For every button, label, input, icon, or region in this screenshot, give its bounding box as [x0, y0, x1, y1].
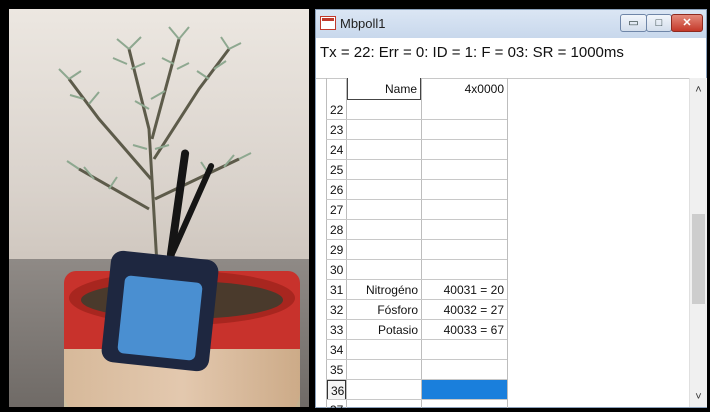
- row-name-cell[interactable]: [347, 380, 421, 400]
- maximize-button[interactable]: □: [646, 14, 672, 32]
- row-number[interactable]: 23: [327, 120, 346, 140]
- status-text: Tx = 22: Err = 0: ID = 1: F = 03: SR = 1…: [320, 44, 624, 61]
- row-value-cell[interactable]: [422, 340, 507, 360]
- plant-photo: [9, 9, 309, 407]
- chevron-up-icon[interactable]: ˄: [690, 82, 707, 98]
- soil-sensor-label: [117, 275, 203, 361]
- row-value-cell[interactable]: [422, 160, 507, 180]
- status-line: Tx = 22: Err = 0: ID = 1: F = 03: SR = 1…: [316, 38, 706, 79]
- vertical-scrollbar[interactable]: ˄ ˅: [689, 78, 707, 407]
- row-name-cell[interactable]: [347, 180, 421, 200]
- window-title: Mbpoll1: [340, 16, 386, 31]
- grid-line: [326, 279, 507, 280]
- column-header-register[interactable]: 4x0000: [422, 78, 507, 100]
- row-name-cell[interactable]: [347, 220, 421, 240]
- column-header-name[interactable]: Name: [347, 78, 421, 100]
- row-number[interactable]: 34: [327, 340, 346, 360]
- minimize-button[interactable]: ▭: [620, 14, 647, 32]
- row-number[interactable]: 24: [327, 140, 346, 160]
- app-icon: [320, 16, 336, 30]
- grid-line: [326, 199, 507, 200]
- window-titlebar[interactable]: Mbpoll1 ▭ □ ✕: [316, 10, 706, 38]
- row-value-cell[interactable]: [422, 120, 507, 140]
- row-name-cell[interactable]: [347, 400, 421, 408]
- row-value-cell[interactable]: [422, 220, 507, 240]
- grid-line: [326, 219, 507, 220]
- register-grid[interactable]: Name 4x0000 22 23 24 25 26 27 28 29 30 31 Nitrogén…: [326, 78, 686, 408]
- row-number[interactable]: 26: [327, 180, 346, 200]
- grid-line: [507, 78, 508, 408]
- row-value-cell[interactable]: [422, 400, 507, 408]
- row-number[interactable]: 31: [327, 280, 346, 300]
- grid-line: [326, 339, 507, 340]
- row-name-cell[interactable]: [347, 260, 421, 280]
- row-value-cell[interactable]: [422, 260, 507, 280]
- row-number[interactable]: 30: [327, 260, 346, 280]
- row-number[interactable]: 37: [327, 400, 346, 408]
- row-number[interactable]: 28: [327, 220, 346, 240]
- row-name-cell[interactable]: [347, 360, 421, 380]
- row-number[interactable]: 32: [327, 300, 346, 320]
- row-value-cell[interactable]: [422, 380, 507, 400]
- row-name-cell[interactable]: [347, 240, 421, 260]
- row-name-cell[interactable]: Potasio: [347, 320, 421, 340]
- row-value-cell[interactable]: [422, 180, 507, 200]
- grid-line: [326, 259, 507, 260]
- grid-line: [326, 159, 507, 160]
- grid-line: [326, 379, 507, 380]
- row-name-cell[interactable]: Nitrogéno: [347, 280, 421, 300]
- row-number[interactable]: 27: [327, 200, 346, 220]
- grid-line: [326, 239, 507, 240]
- grid-line: [326, 399, 507, 400]
- row-number[interactable]: 36: [327, 380, 346, 400]
- row-value-cell[interactable]: [422, 360, 507, 380]
- row-number[interactable]: 25: [327, 160, 346, 180]
- row-number[interactable]: 35: [327, 360, 346, 380]
- row-value-cell[interactable]: [422, 140, 507, 160]
- row-value-cell[interactable]: 40033 = 67: [422, 320, 507, 340]
- row-value-cell[interactable]: [422, 200, 507, 220]
- row-value-cell[interactable]: 40031 = 20: [422, 280, 507, 300]
- grid-line: [326, 359, 507, 360]
- chevron-down-icon[interactable]: ˅: [690, 389, 707, 405]
- row-number[interactable]: 22: [327, 100, 346, 120]
- grid-line: [326, 299, 507, 300]
- close-button[interactable]: ✕: [671, 14, 703, 32]
- row-name-cell[interactable]: [347, 340, 421, 360]
- row-value-cell[interactable]: 40032 = 27: [422, 300, 507, 320]
- grid-line: [326, 179, 507, 180]
- grid-line: [326, 139, 507, 140]
- row-name-cell[interactable]: Fósforo: [347, 300, 421, 320]
- row-number[interactable]: 29: [327, 240, 346, 260]
- row-value-cell[interactable]: [422, 100, 507, 120]
- row-number[interactable]: 33: [327, 320, 346, 340]
- mbpoll-window: Mbpoll1 ▭ □ ✕ Tx = 22: Err = 0: ID = 1: …: [315, 9, 707, 408]
- row-name-cell[interactable]: [347, 100, 421, 120]
- row-name-cell[interactable]: [347, 120, 421, 140]
- row-name-cell[interactable]: [347, 160, 421, 180]
- row-value-cell[interactable]: [422, 240, 507, 260]
- grid-line: [326, 319, 507, 320]
- row-name-cell[interactable]: [347, 140, 421, 160]
- row-name-cell[interactable]: [347, 200, 421, 220]
- scroll-thumb[interactable]: [692, 214, 705, 304]
- grid-line: [326, 119, 507, 120]
